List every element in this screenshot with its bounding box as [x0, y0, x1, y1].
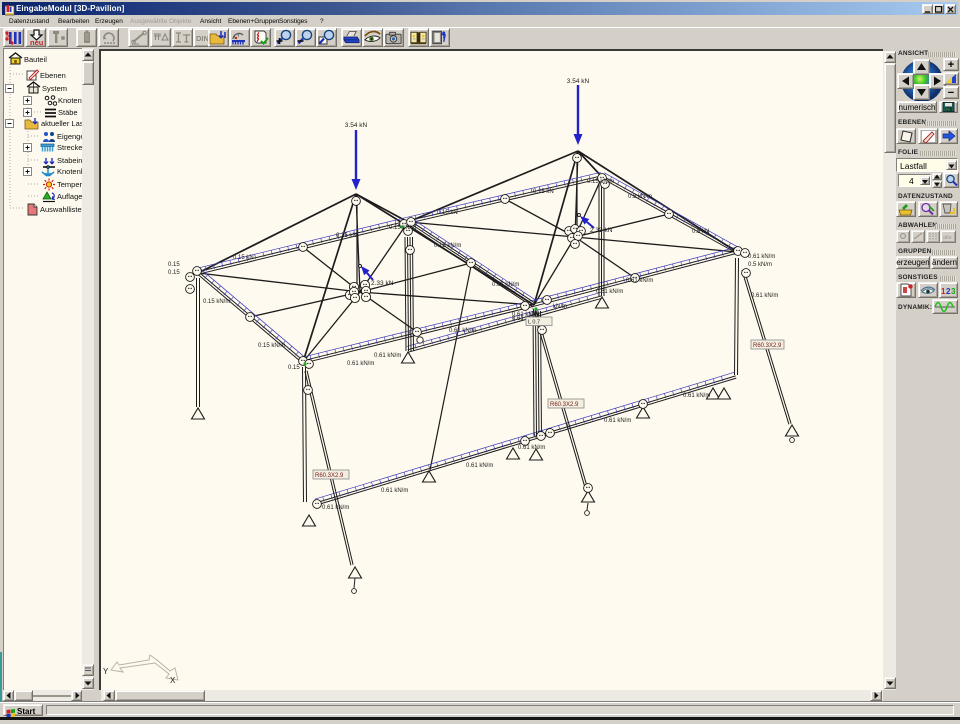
svg-text:0.61 kN/m: 0.61 kN/m	[604, 418, 631, 424]
svg-text:0.61 kN/m: 0.61 kN/m	[374, 353, 401, 359]
svg-text:0.15 kN: 0.15 kN	[437, 210, 458, 216]
svg-text:0.61 kN/m: 0.61 kN/m	[466, 463, 493, 469]
svg-text:alle: alle	[943, 235, 952, 241]
svg-text:0.15 kN: 0.15 kN	[533, 189, 554, 195]
svg-text:0.15: 0.15	[168, 262, 180, 268]
svg-text:0.61 kN/m: 0.61 kN/m	[492, 282, 519, 288]
svg-text:2.33 kN: 2.33 kN	[590, 227, 613, 234]
svg-text:0.5 kN/m: 0.5 kN/m	[748, 262, 772, 268]
svg-text:2.33 kN: 2.33 kN	[371, 280, 394, 287]
svg-text:0.15: 0.15	[288, 365, 300, 371]
svg-text:0.15 kN/m: 0.15 kN/m	[203, 299, 230, 305]
svg-text:0.15 kN: 0.15 kN	[233, 255, 254, 261]
svg-text:kw: kw	[946, 108, 951, 112]
svg-text:X: X	[170, 676, 176, 685]
svg-text:0.61 kN/m: 0.61 kN/m	[751, 293, 778, 299]
svg-text:3.54 kN: 3.54 kN	[567, 78, 590, 85]
svg-text:0.15 kN/m: 0.15 kN/m	[587, 179, 614, 185]
svg-text:0.61 kN/m: 0.61 kN/m	[596, 289, 623, 295]
svg-text:Y: Y	[103, 667, 109, 676]
svg-text:DIN: DIN	[196, 34, 209, 43]
svg-text:0.61 kN/m: 0.61 kN/m	[626, 278, 653, 284]
svg-text:0.61 kN/m: 0.61 kN/m	[683, 393, 710, 399]
svg-text:0.61 kN/m: 0.61 kN/m	[518, 445, 545, 451]
svg-text:0.15 kN: 0.15 kN	[336, 233, 357, 239]
svg-text:0.61 kN/m: 0.61 kN/m	[381, 488, 408, 494]
svg-text:0.15: 0.15	[168, 270, 180, 276]
svg-text:3.54 kN: 3.54 kN	[345, 122, 368, 129]
svg-text:0.5 kN/m: 0.5 kN/m	[628, 194, 652, 200]
svg-text:0.15 kN/m: 0.15 kN/m	[258, 343, 285, 349]
svg-text:0.5 kN: 0.5 kN	[692, 229, 709, 235]
svg-text:kN/m: kN/m	[553, 304, 567, 310]
svg-text:R60.3X2.9: R60.3X2.9	[550, 402, 579, 408]
svg-text:L 0.7: L 0.7	[528, 320, 540, 326]
svg-text:0.15 kN/m: 0.15 kN/m	[434, 243, 461, 249]
svg-text:0.61 kN/m: 0.61 kN/m	[449, 328, 476, 334]
svg-text:0.61 kN/m: 0.61 kN/m	[347, 361, 374, 367]
svg-text:0.61 kN/m: 0.61 kN/m	[322, 505, 349, 511]
svg-text:R60.3X2.9: R60.3X2.9	[315, 473, 344, 479]
svg-text:0.15 kN/m: 0.15 kN/m	[389, 225, 416, 231]
svg-text:3: 3	[951, 287, 956, 296]
svg-text:0.61 kN/m: 0.61 kN/m	[748, 254, 775, 260]
svg-text:R60.3X2.9: R60.3X2.9	[753, 343, 782, 349]
